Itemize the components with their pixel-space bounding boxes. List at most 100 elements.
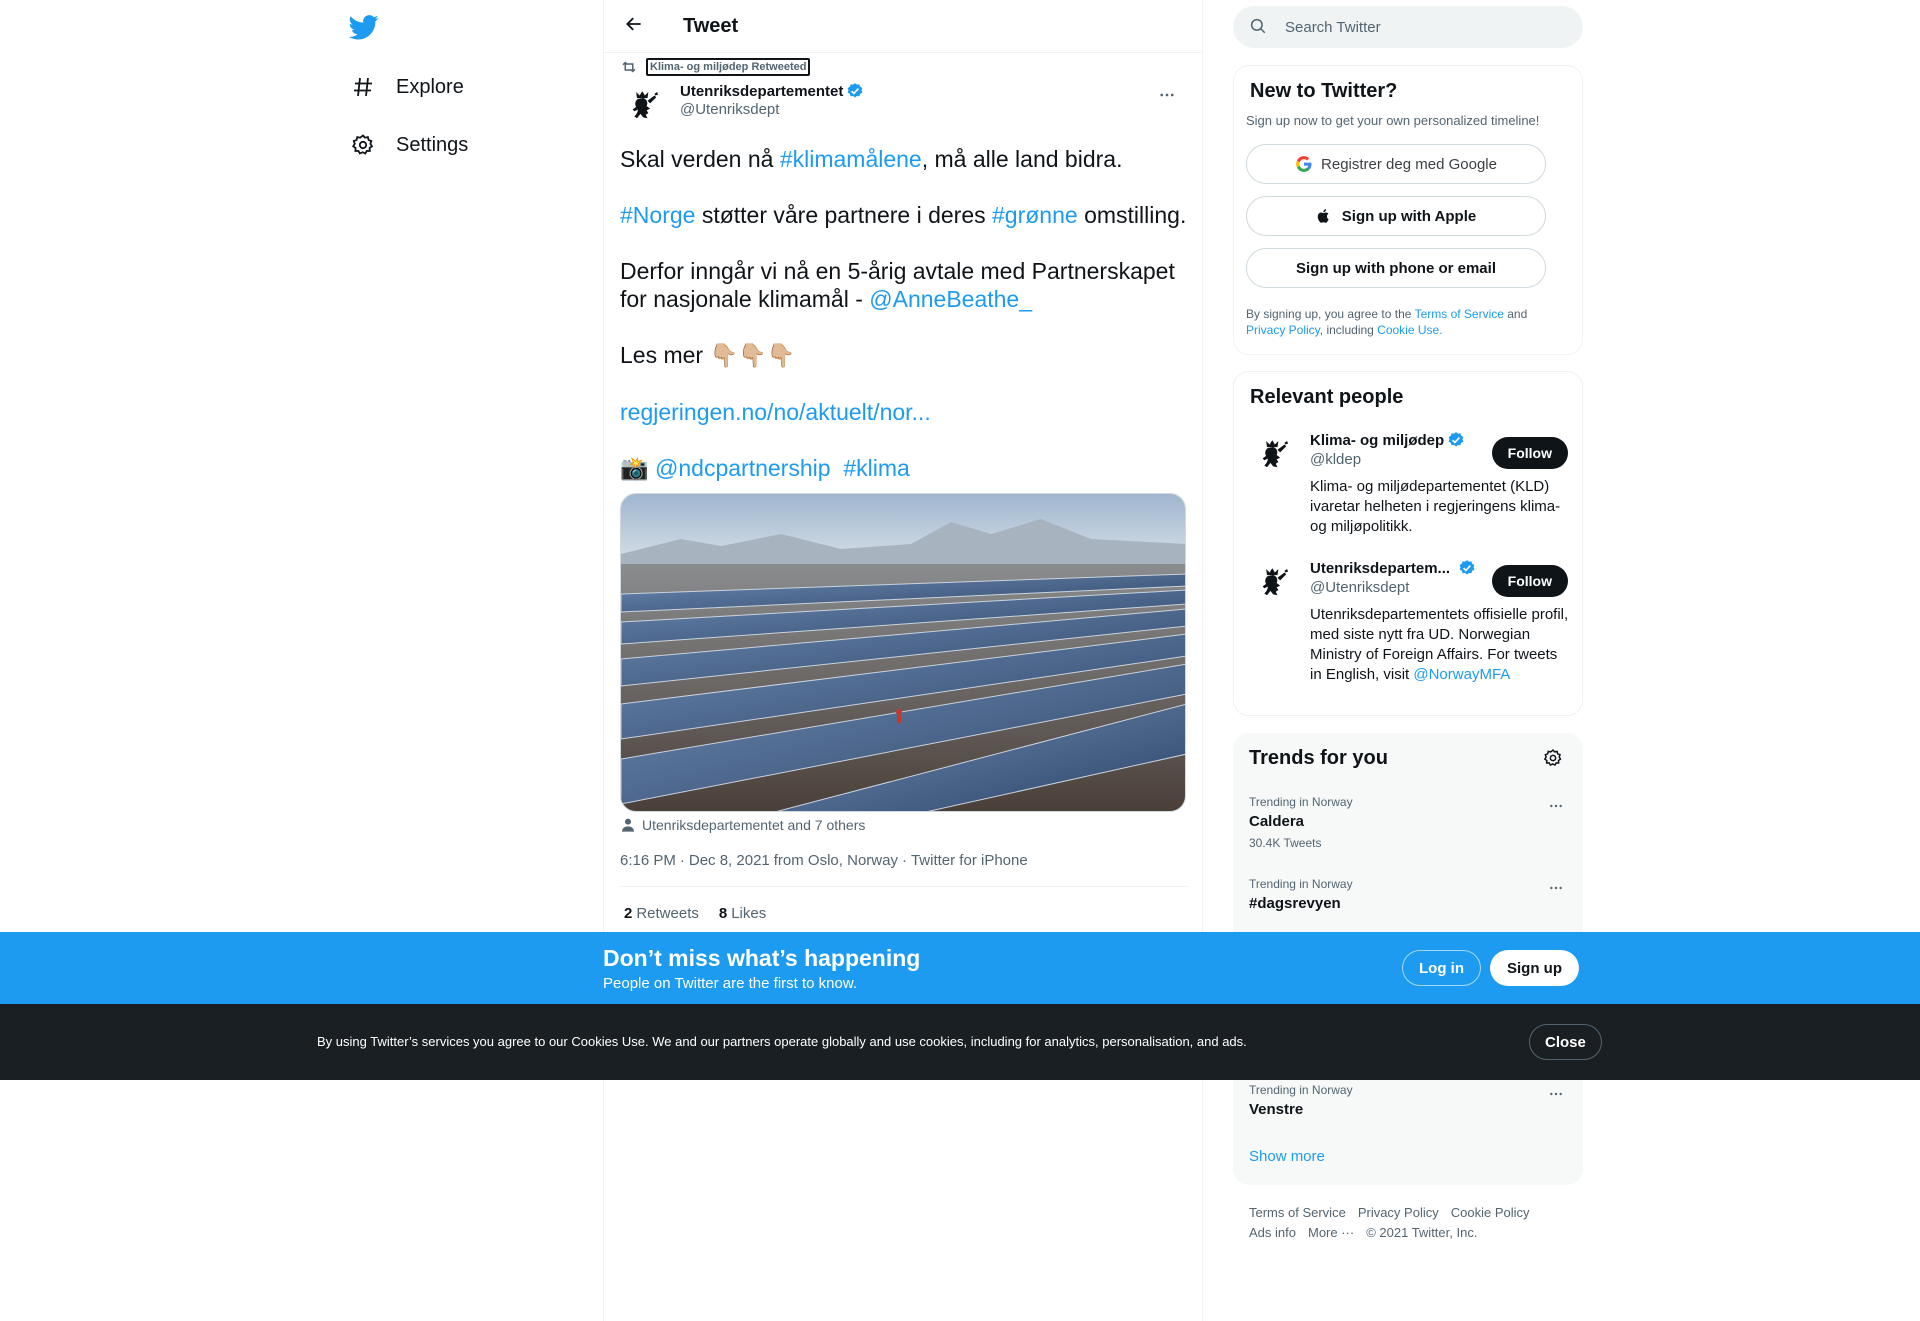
tagged-people-label[interactable]: Utenriksdepartementet and 7 others <box>642 817 865 833</box>
separator-dot: · <box>901 852 907 869</box>
signup-button[interactable]: Sign up <box>1490 950 1579 986</box>
tweet-paragraph: #Norge støtter våre partnere i deres #gr… <box>620 201 1190 229</box>
relevant-people-title: Relevant people <box>1250 386 1404 408</box>
follow-button[interactable]: Follow <box>1491 565 1568 597</box>
google-signup-button[interactable]: Registrer deg med Google <box>1246 144 1546 184</box>
nav-settings-label: Settings <box>396 133 469 156</box>
more-dots-icon <box>1548 1086 1564 1107</box>
tweet-more-button[interactable] <box>1154 84 1180 110</box>
banner-title: Don’t miss what’s happening <box>603 945 921 971</box>
author-handle[interactable]: @Utenriksdept <box>680 101 864 118</box>
tweet-paragraph: regjeringen.no/no/aktuelt/nor... <box>620 398 1190 426</box>
avatar[interactable] <box>620 82 668 130</box>
more-dots-icon <box>1158 86 1176 109</box>
retweets-stat[interactable]: 2 Retweets <box>624 905 699 922</box>
tweet-text-segment: omstilling. <box>1077 202 1187 228</box>
retweet-context[interactable]: Klima- og miljødep Retweeted <box>620 58 811 76</box>
hashtag-link[interactable]: #Norge <box>620 202 695 228</box>
tweet-photo[interactable] <box>620 493 1186 812</box>
tweet-paragraph: Skal verden nå #klimamålene, må alle lan… <box>620 145 1190 173</box>
apple-icon <box>1316 207 1334 225</box>
terms-of-service-link[interactable]: Terms of Service <box>1415 307 1504 321</box>
person-name[interactable]: Klima- og miljødep <box>1310 432 1444 449</box>
twitter-logo-icon[interactable] <box>348 12 379 42</box>
search-input[interactable] <box>1285 18 1545 36</box>
divider <box>620 886 1188 887</box>
trend-more-button[interactable] <box>1545 879 1567 901</box>
tweet-text-segment: , må alle land bidra. <box>921 146 1123 172</box>
separator-dot: · <box>679 852 685 869</box>
retweets-label: Retweets <box>636 905 699 922</box>
hashtag-link[interactable]: #klimamålene <box>780 146 922 172</box>
author-name-text[interactable]: Utenriksdepartementet <box>680 83 843 100</box>
footer-link[interactable]: Terms of Service <box>1249 1205 1346 1220</box>
tweet-paragraph: 📸 @ndcpartnership #klima <box>620 454 1190 483</box>
hashtag-link[interactable]: #grønne <box>992 202 1078 228</box>
tweet-author: Utenriksdepartementet @Utenriksdept <box>620 82 1188 130</box>
verified-badge-icon <box>846 82 864 100</box>
back-button[interactable] <box>616 8 652 44</box>
likes-count: 8 <box>718 905 728 922</box>
person-icon <box>620 817 636 833</box>
person-bio-text: Klima- og miljødepartementet (KLD) ivare… <box>1310 478 1561 535</box>
trend-item[interactable]: Trending in Norway Caldera 30.4K Tweets <box>1249 795 1569 850</box>
cookie-use-link[interactable]: Cookie Use. <box>1377 323 1442 337</box>
search-box[interactable] <box>1233 6 1583 48</box>
bio-mention-link[interactable]: @NorwayMFA <box>1413 666 1510 683</box>
url-link[interactable]: regjeringen.no/no/aktuelt/nor... <box>620 399 931 425</box>
footer-link[interactable]: Privacy Policy <box>1358 1205 1439 1220</box>
coat-of-arms-lion-icon <box>1262 568 1288 596</box>
trend-item[interactable]: Trending in Norway #dagsrevyen <box>1249 877 1569 912</box>
solar-farm-photo <box>621 494 1185 811</box>
new-to-twitter-card: New to Twitter? Sign up now to get your … <box>1233 65 1583 355</box>
new-to-twitter-subtitle: Sign up now to get your own personalized… <box>1246 113 1540 128</box>
tagged-people[interactable]: Utenriksdepartementet and 7 others <box>620 817 865 833</box>
author-name[interactable]: Utenriksdepartementet <box>680 82 864 100</box>
show-more-link[interactable]: Show more <box>1249 1148 1325 1165</box>
arrow-left-icon <box>624 14 644 39</box>
nav-explore[interactable]: Explore <box>350 67 464 107</box>
hashtag-icon <box>350 74 376 100</box>
phone-email-signup-button[interactable]: Sign up with phone or email <box>1246 248 1546 288</box>
mention-link[interactable]: @ndcpartnership <box>655 455 831 481</box>
tweet-source[interactable]: Twitter for iPhone <box>911 852 1028 869</box>
footer-link[interactable]: Ads info <box>1249 1225 1296 1240</box>
mention-link[interactable]: @AnneBeathe_ <box>869 286 1032 312</box>
legal-text-segment: and <box>1503 307 1528 321</box>
retweet-context-label[interactable]: Klima- og miljødep Retweeted <box>646 58 811 76</box>
retweet-icon <box>620 58 638 76</box>
trend-more-button[interactable] <box>1545 1085 1567 1107</box>
person-name[interactable]: Utenriksdepartem... <box>1310 560 1450 577</box>
person-bio: Klima- og miljødepartementet (KLD) ivare… <box>1310 477 1570 537</box>
person-bio: Utenriksdepartementets offisielle profil… <box>1310 605 1570 685</box>
trend-context: Trending in Norway <box>1249 877 1353 891</box>
cookie-close-button[interactable]: Close <box>1529 1024 1602 1060</box>
trend-context: Trending in Norway <box>1249 1083 1353 1097</box>
follow-button[interactable]: Follow <box>1491 437 1568 469</box>
avatar[interactable] <box>1250 431 1298 479</box>
gear-icon <box>1543 748 1563 770</box>
footer-more-link[interactable]: More ··· <box>1308 1225 1354 1240</box>
likes-stat[interactable]: 8 Likes <box>719 905 766 922</box>
privacy-policy-link[interactable]: Privacy Policy <box>1246 323 1320 337</box>
trend-name: Caldera <box>1249 813 1305 830</box>
tweet-time[interactable]: 6:16 PM <box>620 852 676 869</box>
trend-more-button[interactable] <box>1545 797 1567 819</box>
login-button[interactable]: Log in <box>1402 950 1481 986</box>
legal-text-segment: By signing up, you agree to the <box>1246 307 1415 321</box>
new-to-twitter-title: New to Twitter? <box>1250 80 1398 102</box>
tweet-stats: 2 Retweets 8 Likes <box>624 905 786 922</box>
more-dots-icon <box>1548 798 1564 819</box>
avatar[interactable] <box>1250 559 1298 607</box>
pointing-down-emoji: 👇🏼👇🏼👇🏼 <box>709 343 796 369</box>
nav-settings[interactable]: Settings <box>350 125 468 165</box>
trends-settings-button[interactable] <box>1543 748 1565 770</box>
footer-link[interactable]: Cookie Policy <box>1451 1205 1530 1220</box>
page-header: Tweet <box>604 0 1202 53</box>
hashtag-link[interactable]: #klima <box>843 455 909 481</box>
relevant-people-card: Relevant people Klima- og miljødep @klde… <box>1233 371 1583 716</box>
trend-item[interactable]: Trending in Norway Venstre <box>1249 1083 1569 1118</box>
tweet-date[interactable]: Dec 8, 2021 <box>689 852 770 869</box>
trend-name: #dagsrevyen <box>1249 895 1341 912</box>
apple-signup-button[interactable]: Sign up with Apple <box>1246 196 1546 236</box>
